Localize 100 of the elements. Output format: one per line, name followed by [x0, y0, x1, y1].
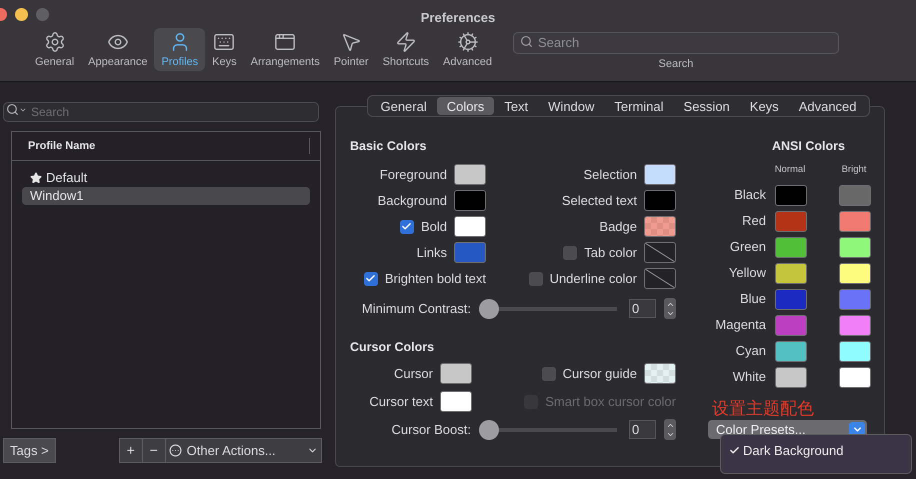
toolbar-tab[interactable]: Appearance — [81, 28, 154, 71]
window-title: Preferences — [420, 10, 496, 25]
profile-search-field[interactable]: Search — [3, 102, 319, 122]
color-well[interactable] — [454, 164, 486, 186]
stepper[interactable] — [664, 298, 676, 320]
ellipsis-icon — [168, 444, 182, 457]
add-button[interactable]: + — [120, 439, 143, 462]
toolbar-tab[interactable]: Keys — [205, 28, 244, 71]
gear-icon — [456, 31, 479, 53]
color-well[interactable] — [839, 340, 871, 362]
star-icon — [30, 172, 42, 184]
toolbar-tab[interactable]: Pointer — [326, 28, 376, 71]
tab[interactable]: General — [370, 97, 437, 115]
checkbox[interactable] — [542, 366, 556, 380]
tab[interactable]: Text — [494, 97, 538, 115]
slider-label: Minimum Contrast: — [360, 300, 471, 318]
ansi-color-label: Cyan — [734, 342, 766, 360]
color-well[interactable] — [644, 164, 676, 186]
ansi-color-label: Red — [741, 212, 766, 230]
check-icon — [729, 445, 740, 456]
option-label: Cursor text — [369, 392, 433, 411]
color-well[interactable] — [839, 366, 871, 388]
menu-item[interactable]: Dark Background — [729, 441, 903, 460]
remove-button[interactable]: − — [142, 439, 166, 462]
color-well[interactable] — [454, 190, 486, 212]
toolbar-tab[interactable]: Profiles — [154, 28, 206, 71]
tab[interactable]: Window — [538, 97, 604, 115]
value-field[interactable]: 0 — [629, 299, 656, 318]
color-well[interactable] — [839, 236, 871, 258]
option-label: Smart box cursor color — [545, 392, 676, 411]
tab[interactable]: Advanced — [788, 97, 867, 115]
toolbar-tab[interactable]: Arrangements — [244, 28, 327, 71]
tab[interactable]: Terminal — [604, 97, 674, 115]
color-well[interactable] — [775, 262, 807, 284]
tab[interactable]: Session — [674, 97, 740, 115]
color-well[interactable] — [644, 363, 676, 384]
option-label: Selected text — [562, 192, 637, 210]
color-well[interactable] — [775, 184, 807, 206]
minimize-button[interactable] — [15, 8, 28, 21]
value-field[interactable]: 0 — [629, 420, 656, 439]
color-well[interactable] — [775, 366, 807, 388]
search-label: Search — [658, 57, 694, 72]
color-well[interactable] — [775, 314, 807, 336]
slider-label: Cursor Boost: — [390, 420, 471, 439]
toolbar-tab[interactable]: Shortcuts — [376, 28, 436, 71]
color-well[interactable] — [839, 314, 871, 336]
column-header: Profile Name — [28, 138, 96, 154]
keyboard-icon — [213, 31, 236, 53]
column-header: Normal — [774, 162, 806, 177]
ansi-color-label: Blue — [738, 290, 766, 308]
checkbox[interactable] — [528, 272, 543, 286]
slider-thumb[interactable] — [479, 420, 499, 440]
option-label: Tab color — [584, 244, 637, 262]
ansi-color-label: White — [732, 368, 766, 386]
search-icon — [6, 103, 19, 116]
option-label: Brighten bold text — [384, 270, 486, 288]
empty-color-well[interactable] — [644, 268, 676, 290]
ansi-color-label: Black — [733, 186, 766, 204]
slider-thumb[interactable] — [479, 298, 499, 319]
option-label: Cursor guide — [562, 364, 637, 383]
option-label: Background — [378, 192, 447, 210]
toolbar-tab[interactable]: Advanced — [436, 28, 499, 71]
chevron-icon — [19, 106, 27, 114]
color-well[interactable] — [440, 363, 472, 384]
column-header: Bright — [840, 162, 868, 177]
color-well[interactable] — [775, 236, 807, 258]
other-actions-menu[interactable]: Other Actions... — [166, 439, 321, 462]
option-label: Foreground — [380, 166, 447, 184]
ansi-color-label: Magenta — [714, 316, 766, 334]
annotation-text: 设置主题配色 — [712, 399, 815, 419]
profile-row[interactable]: Default — [22, 169, 310, 187]
option-label: Cursor — [394, 364, 433, 383]
color-well[interactable] — [644, 190, 676, 212]
color-well[interactable] — [775, 288, 807, 310]
search-field[interactable]: Search — [512, 32, 839, 54]
profile-row[interactable]: Window1 — [22, 187, 310, 205]
color-well[interactable] — [454, 242, 486, 264]
toolbar-tab[interactable]: General — [28, 28, 82, 71]
tab[interactable]: Colors — [436, 97, 494, 115]
color-well[interactable] — [839, 288, 871, 310]
gear-icon — [44, 31, 66, 53]
tab[interactable]: Keys — [740, 97, 789, 115]
checkbox[interactable] — [400, 220, 414, 234]
tags-button[interactable]: Tags > — [3, 438, 56, 463]
color-well[interactable] — [839, 184, 871, 206]
ansi-color-label: Yellow — [728, 264, 766, 282]
color-well[interactable] — [440, 391, 472, 412]
option-label: Links — [416, 244, 447, 262]
empty-color-well[interactable] — [644, 242, 676, 264]
checkbox[interactable] — [364, 272, 378, 286]
color-well[interactable] — [839, 210, 871, 232]
checkbox[interactable] — [563, 246, 578, 260]
search-icon — [520, 35, 533, 48]
color-well[interactable] — [775, 340, 807, 362]
color-well[interactable] — [454, 216, 486, 238]
color-well[interactable] — [839, 262, 871, 284]
color-well[interactable] — [644, 216, 676, 238]
section-title: Basic Colors — [350, 138, 428, 155]
color-well[interactable] — [775, 210, 807, 232]
stepper[interactable] — [664, 419, 676, 440]
